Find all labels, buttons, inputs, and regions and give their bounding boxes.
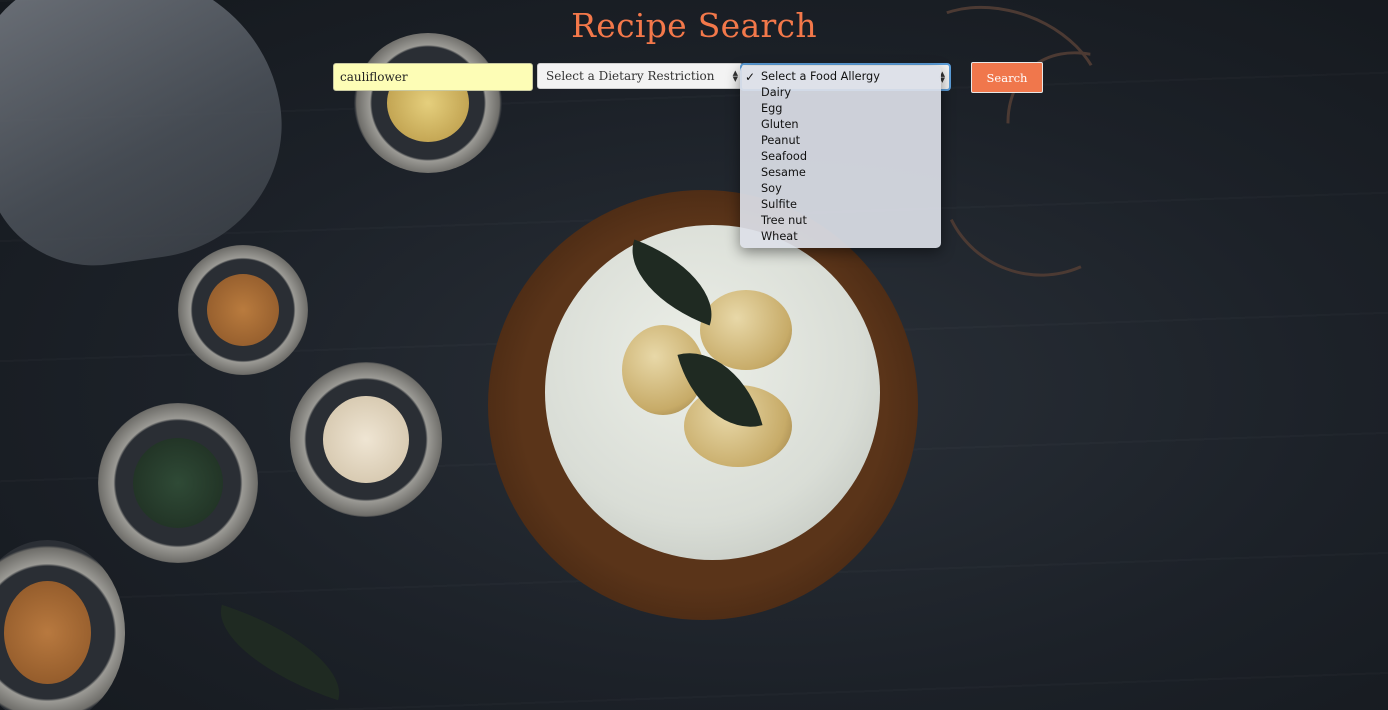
- allergy-option-sulfite[interactable]: Sulfite: [740, 197, 941, 213]
- allergy-option-seafood[interactable]: Seafood: [740, 149, 941, 165]
- almond-bowl: [290, 362, 442, 517]
- page-title: Recipe Search: [571, 6, 817, 45]
- allergy-option-sesame[interactable]: Sesame: [740, 165, 941, 181]
- allergy-option-tree-nut[interactable]: Tree nut: [740, 213, 941, 229]
- background-photo: [0, 0, 1388, 710]
- allergy-option-placeholder[interactable]: ✓ Select a Food Allergy: [740, 69, 941, 85]
- allergy-option-soy[interactable]: Soy: [740, 181, 941, 197]
- crumb-bowl: [178, 245, 308, 375]
- select-arrows-icon: ▲ ▼: [732, 69, 738, 83]
- leaf-bowl: [98, 403, 258, 563]
- page-header: Recipe Search: [0, 6, 1388, 45]
- dietary-restriction-selected: Select a Dietary Restriction: [546, 69, 715, 83]
- allergy-option-gluten[interactable]: Gluten: [740, 117, 941, 133]
- allergy-option-wheat[interactable]: Wheat: [740, 229, 941, 245]
- allergy-option-egg[interactable]: Egg: [740, 101, 941, 117]
- allergy-option-dairy[interactable]: Dairy: [740, 85, 941, 101]
- allergy-option-peanut[interactable]: Peanut: [740, 133, 941, 149]
- checkmark-icon: ✓: [745, 70, 756, 84]
- search-button[interactable]: Search: [971, 62, 1043, 93]
- poached-pear: [700, 290, 792, 370]
- ingredient-search-input[interactable]: [333, 63, 533, 91]
- pear-bowl: [354, 33, 502, 173]
- dietary-restriction-select[interactable]: Select a Dietary Restriction ▲ ▼: [537, 63, 743, 89]
- food-allergy-dropdown: ✓ Select a Food Allergy Dairy Egg Gluten…: [740, 66, 941, 248]
